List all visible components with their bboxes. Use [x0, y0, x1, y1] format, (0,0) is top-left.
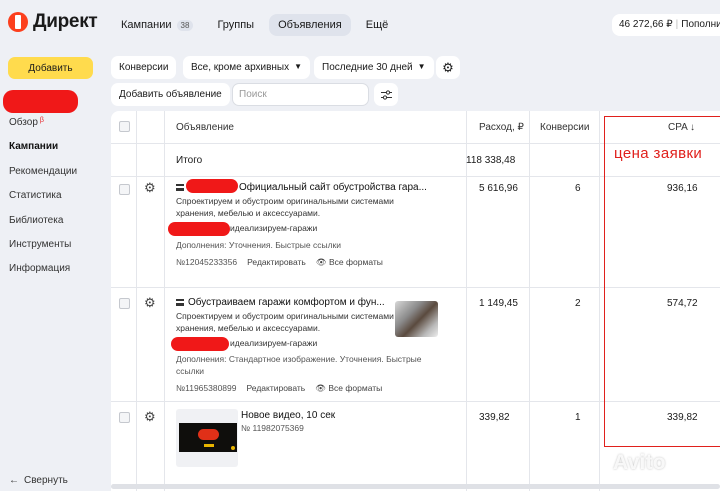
tab-groups[interactable]: Группы: [208, 14, 263, 36]
redacted-text: [168, 222, 230, 236]
text-ad-icon: [176, 299, 184, 306]
sidebar-item-tools[interactable]: Инструменты: [9, 239, 77, 263]
total-label: Итого: [176, 155, 203, 166]
video-thumbnail[interactable]: [176, 409, 238, 467]
tab-campaigns[interactable]: Кампании 38: [112, 14, 202, 36]
app-title: Директ: [33, 11, 98, 32]
edit-link[interactable]: Редактировать: [247, 383, 306, 394]
top-header: Директ Кампании 38 Группы Объявления Ещё…: [0, 0, 720, 50]
balance-widget[interactable]: 46 272,66 ₽|Пополнить: [612, 14, 720, 36]
conversions-filter[interactable]: Конверсии: [111, 56, 177, 79]
sidebar-item-campaigns[interactable]: Кампании: [9, 141, 77, 165]
row-conversions: 1: [575, 412, 581, 423]
formats-link[interactable]: 👁 Все форматы: [316, 257, 383, 268]
select-all-checkbox[interactable]: [119, 121, 130, 132]
collapse-label: Свернуть: [24, 475, 68, 486]
tab-label: Группы: [217, 19, 255, 31]
eye-icon: 👁: [315, 383, 327, 393]
row-spend: 1 149,45: [479, 298, 518, 309]
ad-extensions: Дополнения: Стандартное изображение. Уто…: [176, 354, 422, 376]
horizontal-scrollbar[interactable]: [111, 484, 720, 489]
top-up-link[interactable]: Пополнить: [681, 19, 720, 30]
column-header-conversions[interactable]: Конверсии: [540, 122, 589, 133]
cpa-highlight-box: [604, 116, 720, 447]
chevron-down-icon: ▼: [417, 62, 426, 71]
eye-icon: 👁: [315, 257, 327, 267]
chevron-down-icon: ▼: [294, 62, 303, 71]
logo[interactable]: Директ: [8, 11, 98, 33]
sidebar-item-library[interactable]: Библиотека: [9, 215, 77, 239]
ad-image-thumbnail[interactable]: [395, 301, 438, 337]
tab-more[interactable]: Ещё: [357, 14, 398, 36]
sidebar-item-statistics[interactable]: Статистика: [9, 190, 77, 214]
ad-meta: №11965380899 Редактировать 👁 Все форматы: [176, 383, 382, 394]
sidebar: Добавить Обзор β Кампании Рекомендации Ст…: [0, 50, 104, 491]
campaigns-count-badge: 38: [176, 19, 194, 31]
edit-link[interactable]: Редактировать: [247, 257, 306, 268]
annotation-label: цена заявки: [614, 145, 703, 162]
add-button[interactable]: Добавить: [8, 57, 93, 79]
status-filter[interactable]: Все, кроме архивных ▼: [183, 56, 311, 79]
formats-link[interactable]: 👁 Все форматы: [315, 383, 382, 394]
add-ad-button[interactable]: Добавить объявление: [111, 83, 230, 106]
ad-title[interactable]: Официальный сайт обустройства гара...: [239, 182, 427, 193]
redacted-text: [186, 179, 238, 193]
collapse-sidebar-button[interactable]: ← Свернуть: [9, 475, 68, 486]
row-conversions: 2: [575, 298, 581, 309]
sidebar-item-recommendations[interactable]: Рекомендации: [9, 166, 77, 190]
row-conversions: 6: [575, 183, 581, 194]
beta-badge: β: [39, 117, 44, 124]
ad-meta: №12045233356 Редактировать 👁 Все форматы: [176, 257, 383, 268]
ad-description: Спроектируем и обустроим оригинальными с…: [176, 311, 394, 333]
redacted-text: [171, 337, 229, 351]
tab-label: Объявления: [278, 19, 342, 31]
search-input[interactable]: [232, 83, 369, 106]
gear-icon[interactable]: ⚙: [144, 409, 156, 425]
ad-id: №12045233356: [176, 257, 238, 267]
ad-meta: № 11982075369: [241, 423, 304, 433]
top-nav: Кампании 38 Группы Объявления Ещё: [112, 14, 397, 36]
yandex-logo-icon: [8, 12, 28, 32]
ad-title[interactable]: Новое видео, 10 сек: [241, 410, 335, 421]
redacted-account: [3, 90, 78, 113]
table-settings-button[interactable]: ⚙: [436, 56, 460, 79]
row-checkbox[interactable]: [119, 412, 130, 423]
gear-icon[interactable]: ⚙: [144, 295, 156, 311]
tab-ads[interactable]: Объявления: [269, 14, 351, 36]
sidebar-item-overview[interactable]: Обзор β: [9, 117, 77, 141]
column-header-spend[interactable]: Расход, ₽: [479, 122, 524, 133]
filter-settings-button[interactable]: [374, 83, 398, 106]
total-spend: 118 338,48: [466, 155, 516, 166]
watermark-logo: Avito: [613, 451, 666, 474]
sliders-icon: [380, 89, 392, 100]
arrow-left-icon: ←: [9, 475, 19, 486]
sidebar-nav: Обзор β Кампании Рекомендации Статистика …: [9, 117, 77, 288]
column-header-ad[interactable]: Объявление: [176, 122, 234, 133]
balance-amount: 46 272,66 ₽: [619, 19, 673, 30]
ad-description: Спроектируем и обустроим оригинальными с…: [176, 196, 394, 218]
row-checkbox[interactable]: [119, 184, 130, 195]
ad-extensions: Дополнения: Уточнения. Быстрые ссылки: [176, 240, 342, 250]
row-checkbox[interactable]: [119, 298, 130, 309]
row-spend: 339,82: [479, 412, 510, 423]
tab-label: Ещё: [365, 19, 389, 31]
gear-icon[interactable]: ⚙: [144, 180, 156, 196]
sidebar-item-info[interactable]: Информация: [9, 263, 77, 287]
tab-label: Кампании: [121, 19, 172, 31]
ad-id: № 11982075369: [241, 423, 304, 433]
ad-display-url: идеализируем-гаражи: [230, 223, 318, 233]
period-filter[interactable]: Последние 30 дней ▼: [314, 56, 434, 79]
row-spend: 5 616,96: [479, 183, 518, 194]
ad-display-url: идеализируем-гаражи: [230, 338, 318, 348]
gear-icon: ⚙: [442, 59, 454, 75]
ad-title[interactable]: Обустраиваем гаражи комфортом и фун...: [188, 297, 385, 308]
ad-id: №11965380899: [176, 383, 237, 393]
text-ad-icon: [176, 184, 184, 191]
